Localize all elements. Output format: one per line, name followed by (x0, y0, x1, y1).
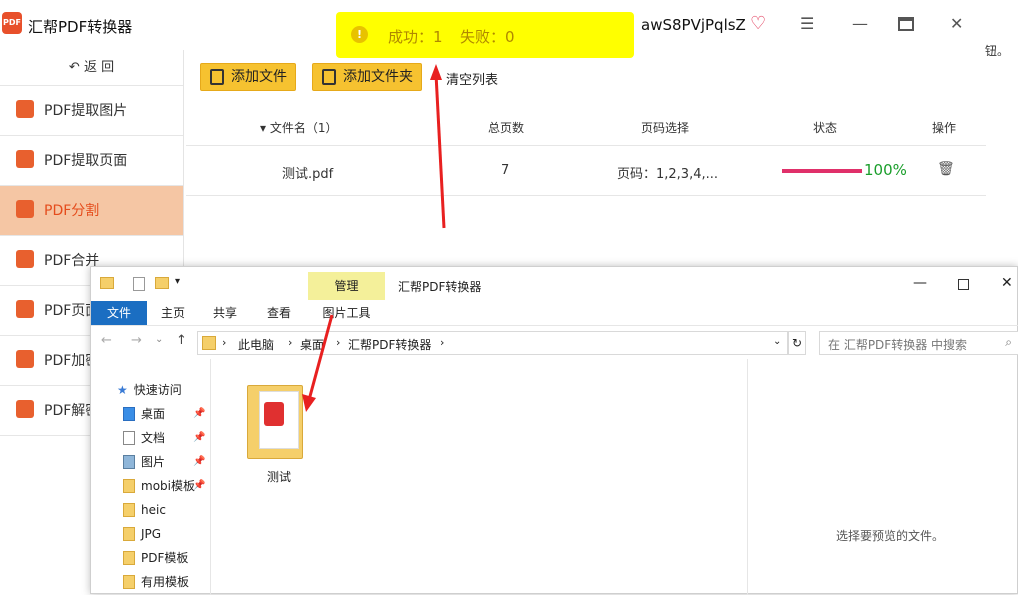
annotation-arrows (302, 64, 446, 412)
arrow-to-toast (434, 73, 446, 229)
arrow-head (430, 64, 442, 80)
arrow-head (302, 394, 316, 412)
arrow-to-folder (307, 314, 334, 401)
